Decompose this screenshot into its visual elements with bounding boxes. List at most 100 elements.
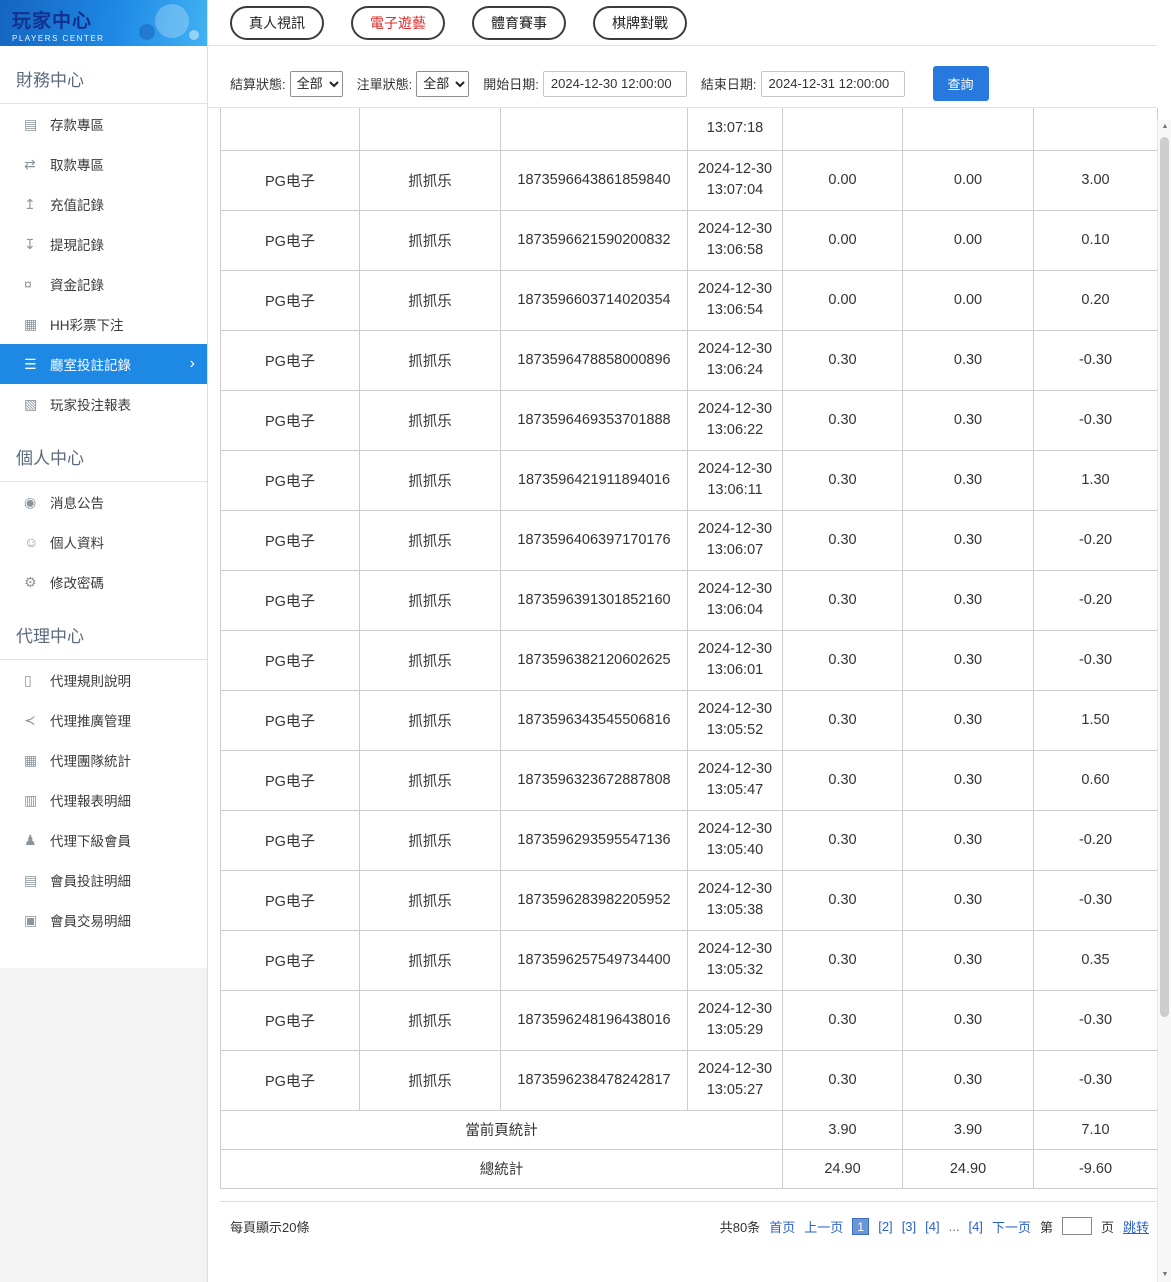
tab-live-video[interactable]: 真人視訊 <box>230 6 324 40</box>
valid-bet-cell: 0.00 <box>903 210 1034 270</box>
time-cell: 2024-12-3013:05:47 <box>688 750 783 810</box>
sidebar-item-announcements[interactable]: ◉消息公告 <box>0 482 207 522</box>
sidebar-item-agent-rules[interactable]: ▯代理規則說明 <box>0 660 207 700</box>
last-page-link[interactable]: [4] <box>968 1219 982 1234</box>
sidebar-item-label: 個人資料 <box>50 532 104 552</box>
valid-bet-cell: 0.30 <box>903 1050 1034 1110</box>
bet-date: 2024-12-30 <box>690 459 780 480</box>
table-scrollbar[interactable]: ▲ ▼ <box>1157 120 1171 1282</box>
scrollbar-thumb[interactable] <box>1160 137 1169 1017</box>
order-id-cell: 1873596323672887808 <box>501 750 688 810</box>
filter-bar: 結算狀態: 全部 注單狀態: 全部 開始日期: 結束日期: 查詢 <box>208 46 1157 108</box>
page-link-4[interactable]: [4] <box>925 1219 939 1234</box>
end-date-input[interactable] <box>761 71 905 97</box>
bet-amount-cell: 0.30 <box>783 930 903 990</box>
tab-board-card-games[interactable]: 棋牌對戰 <box>593 6 687 40</box>
sidebar-item-funds-records[interactable]: ¤資金記錄 <box>0 264 207 304</box>
chevron-right-icon: › <box>190 355 195 373</box>
time-cell: 13:07:18 <box>688 108 783 150</box>
current-page[interactable]: 1 <box>852 1218 869 1235</box>
prev-page-link[interactable]: 上一页 <box>804 1217 843 1236</box>
win-loss-cell: 0.10 <box>1034 210 1158 270</box>
jump-page-input[interactable] <box>1062 1217 1092 1235</box>
sidebar-item-label: 玩家投注報表 <box>50 394 131 414</box>
lottery-bet-icon: ▦ <box>24 316 50 333</box>
valid-bet-cell: 0.30 <box>903 930 1034 990</box>
bet-date: 2024-12-30 <box>690 699 780 720</box>
win-loss-cell: -0.20 <box>1034 570 1158 630</box>
sidebar-item-member-transaction-detail[interactable]: ▣會員交易明細 <box>0 900 207 940</box>
bet-time: 13:06:22 <box>690 420 780 441</box>
report-detail-icon: ▥ <box>24 792 50 809</box>
table-row: PG电子抓抓乐18735962481964380162024-12-3013:0… <box>221 990 1158 1050</box>
sidebar: 玩家中心 PLAYERS CENTER 財務中心▤存款專區⇄取款專區↥充值記錄↧… <box>0 0 208 1282</box>
bet-amount-cell: 0.30 <box>783 390 903 450</box>
first-page-link[interactable]: 首页 <box>769 1217 795 1236</box>
player-report-icon: ▧ <box>24 396 50 413</box>
sidebar-item-label: 代理下級會員 <box>50 830 131 850</box>
sidebar-item-change-password[interactable]: ⚙修改密碼 <box>0 562 207 602</box>
order-id-cell: 1873596283982205952 <box>501 870 688 930</box>
sidebar-item-recharge-records[interactable]: ↥充值記錄 <box>0 184 207 224</box>
sidebar-item-hh-lottery-bets[interactable]: ▦HH彩票下注 <box>0 304 207 344</box>
tab-electronic-games[interactable]: 電子遊藝 <box>351 6 445 40</box>
summary-label-cell: 總統計 <box>221 1149 783 1188</box>
sidebar-item-label: 代理報表明細 <box>50 790 131 810</box>
members-icon: ♟ <box>24 832 50 849</box>
funds-record-icon: ¤ <box>24 276 50 292</box>
bet-date: 2024-12-30 <box>690 1059 780 1080</box>
vendor-cell: PG电子 <box>221 390 360 450</box>
bet-date: 2024-12-30 <box>690 399 780 420</box>
jump-prefix-label: 第 <box>1040 1217 1053 1236</box>
sidebar-item-profile[interactable]: ☺個人資料 <box>0 522 207 562</box>
order-id-cell: 1873596478858000896 <box>501 330 688 390</box>
sidebar-item-deposit-area[interactable]: ▤存款專區 <box>0 104 207 144</box>
sidebar-item-agent-report-detail[interactable]: ▥代理報表明細 <box>0 780 207 820</box>
sidebar-item-agent-promotion[interactable]: ≺代理推廣管理 <box>0 700 207 740</box>
win-loss-cell: -0.30 <box>1034 390 1158 450</box>
order-status-select[interactable]: 全部 <box>416 71 469 97</box>
next-page-link[interactable]: 下一页 <box>992 1217 1031 1236</box>
search-button[interactable]: 查詢 <box>933 66 989 101</box>
scroll-down-arrow-icon[interactable]: ▼ <box>1158 1268 1171 1282</box>
sidebar-item-withdraw-area[interactable]: ⇄取款專區 <box>0 144 207 184</box>
time-cell: 2024-12-3013:06:11 <box>688 450 783 510</box>
page-link-2[interactable]: [2] <box>878 1219 892 1234</box>
sidebar-item-agent-sub-members[interactable]: ♟代理下級會員 <box>0 820 207 860</box>
table-row: PG电子抓抓乐18735964788580008962024-12-3013:0… <box>221 330 1158 390</box>
win-loss-cell: -0.30 <box>1034 630 1158 690</box>
sidebar-section-title: 財務中心 <box>0 56 207 104</box>
win-loss-cell: -0.30 <box>1034 330 1158 390</box>
tab-sports-events[interactable]: 體育賽事 <box>472 6 566 40</box>
bet-time: 13:06:54 <box>690 300 780 321</box>
scroll-up-arrow-icon[interactable]: ▲ <box>1158 120 1171 134</box>
valid-bet-cell: 0.30 <box>903 870 1034 930</box>
sidebar-item-room-bet-records[interactable]: ☰廳室投註記錄› <box>0 344 207 384</box>
sidebar-item-withdrawal-records[interactable]: ↧提現記錄 <box>0 224 207 264</box>
settle-status-select[interactable]: 全部 <box>290 71 343 97</box>
settle-status-label: 結算狀態: <box>230 74 286 93</box>
sidebar-item-label: 充值記錄 <box>50 194 104 214</box>
start-date-input[interactable] <box>543 71 687 97</box>
table-row: PG电子抓抓乐18735962839822059522024-12-3013:0… <box>221 870 1158 930</box>
order-id-cell: 1873596469353701888 <box>501 390 688 450</box>
summary-winloss-cell: -9.60 <box>1034 1149 1158 1188</box>
jump-button[interactable]: 跳转 <box>1123 1217 1149 1236</box>
agent-rules-icon: ▯ <box>24 672 50 689</box>
order-id-cell: 1873596248196438016 <box>501 990 688 1050</box>
clipped-cell <box>1034 108 1158 150</box>
bet-time: 13:06:04 <box>690 600 780 621</box>
sidebar-item-label: HH彩票下注 <box>50 314 124 334</box>
table-row: PG电子抓抓乐18735963435455068162024-12-3013:0… <box>221 690 1158 750</box>
valid-bet-cell: 0.00 <box>903 270 1034 330</box>
page-link-3[interactable]: [3] <box>902 1219 916 1234</box>
sidebar-item-player-bet-report[interactable]: ▧玩家投注報表 <box>0 384 207 424</box>
bet-date: 2024-12-30 <box>690 999 780 1020</box>
withdrawal-record-icon: ↧ <box>24 236 50 253</box>
game-cell: 抓抓乐 <box>360 690 501 750</box>
win-loss-cell: -0.20 <box>1034 810 1158 870</box>
recharge-record-icon: ↥ <box>24 196 50 213</box>
sidebar-item-member-bet-detail[interactable]: ▤會員投註明細 <box>0 860 207 900</box>
member-bets-icon: ▤ <box>24 872 50 889</box>
sidebar-item-agent-team-stats[interactable]: ▦代理團隊統計 <box>0 740 207 780</box>
